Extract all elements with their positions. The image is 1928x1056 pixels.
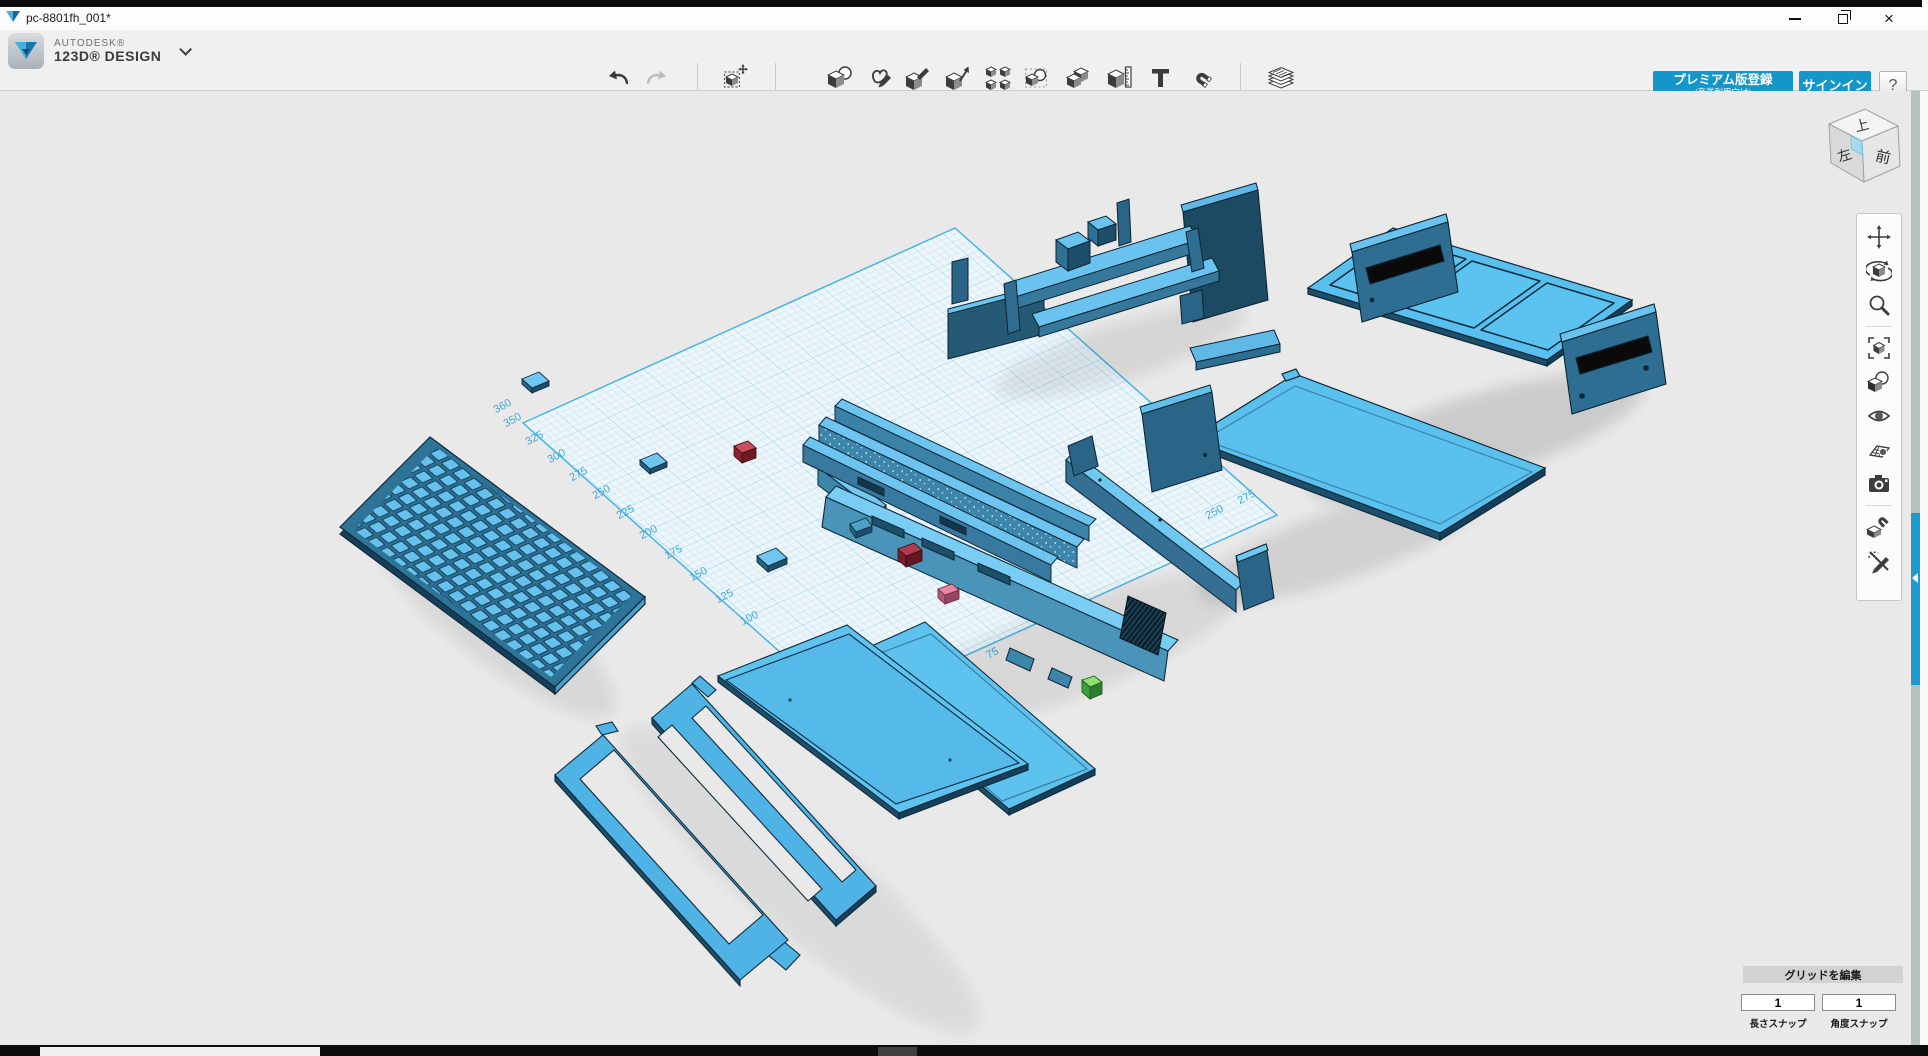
combine-tool-button[interactable] bbox=[1065, 64, 1092, 91]
minimize-button[interactable] bbox=[1772, 7, 1818, 30]
grid-settings-panel: グリッドを編集 長さスナップ 角度スナップ bbox=[1740, 966, 1906, 1030]
sketch-visibility-tool[interactable] bbox=[1864, 546, 1894, 576]
toolbar-separator bbox=[1866, 505, 1892, 506]
visibility-tool[interactable] bbox=[1864, 401, 1894, 431]
viewport-3d[interactable]: 360 350 325 300 275 250 225 200 175 150 … bbox=[0, 91, 1928, 1045]
model-scene[interactable]: 360 350 325 300 275 250 225 200 175 150 … bbox=[0, 91, 1928, 1045]
grid-visibility-tool[interactable] bbox=[1864, 435, 1894, 465]
restore-icon bbox=[1838, 14, 1848, 24]
pan-tool[interactable] bbox=[1864, 222, 1894, 252]
close-icon: × bbox=[1884, 10, 1894, 27]
construct-tool-button[interactable] bbox=[905, 64, 932, 91]
text-tool-button[interactable] bbox=[1147, 64, 1174, 91]
sketch-tool-button[interactable] bbox=[867, 64, 894, 91]
angle-snap-input[interactable] bbox=[1822, 994, 1896, 1011]
grouping-tool-button[interactable] bbox=[1024, 64, 1051, 91]
app-menu[interactable]: AUTODESK® 123D® DESIGN bbox=[8, 33, 188, 69]
zoom-tool[interactable] bbox=[1864, 290, 1894, 320]
angle-snap-label: 角度スナップ bbox=[1822, 1016, 1896, 1030]
fit-view-tool[interactable] bbox=[1864, 333, 1894, 363]
edit-grid-button[interactable]: グリッドを編集 bbox=[1743, 966, 1903, 983]
model-part-green-block[interactable] bbox=[1082, 676, 1102, 699]
orbit-tool[interactable] bbox=[1864, 256, 1894, 286]
measure-tool-button[interactable] bbox=[1107, 64, 1134, 91]
snap-toggle-tool[interactable] bbox=[1864, 512, 1894, 542]
taskbar-window-item[interactable] bbox=[40, 1047, 320, 1056]
window-top-edge bbox=[0, 0, 1922, 7]
document-title: pc-8801fh_001* bbox=[26, 11, 111, 25]
toolbar-separator bbox=[1240, 63, 1241, 92]
parts-panel-tab[interactable] bbox=[1911, 513, 1920, 685]
main-toolbar: AUTODESK® 123D® DESIGN bbox=[0, 30, 1928, 91]
chevron-down-icon[interactable] bbox=[180, 43, 193, 56]
brand-logo bbox=[8, 33, 44, 69]
close-button[interactable]: × bbox=[1866, 7, 1912, 30]
taskbar bbox=[0, 1045, 1928, 1056]
minimize-icon bbox=[1789, 18, 1801, 20]
navigation-toolbar bbox=[1856, 213, 1902, 601]
material-tool-button[interactable] bbox=[1268, 64, 1295, 91]
model-part-small-tile[interactable] bbox=[522, 372, 549, 393]
brand-triangle-icon bbox=[14, 40, 38, 62]
primitives-tool-button[interactable] bbox=[827, 64, 854, 91]
brand-product: 123D® DESIGN bbox=[54, 49, 161, 64]
snap-tool-button[interactable] bbox=[1187, 64, 1214, 91]
app-window: pc-8801fh_001* × AUTODESK® 123D® DESIGN bbox=[0, 0, 1928, 1056]
toolbar-separator bbox=[775, 63, 776, 92]
svg-text:360: 360 bbox=[492, 397, 514, 416]
undo-button[interactable] bbox=[605, 64, 632, 91]
brand-text: AUTODESK® 123D® DESIGN bbox=[54, 38, 161, 64]
redo-button[interactable] bbox=[643, 64, 670, 91]
view-cube[interactable]: 上 左 前 bbox=[1815, 97, 1911, 197]
transform-tool-button[interactable] bbox=[722, 64, 749, 91]
pattern-tool-button[interactable] bbox=[985, 64, 1012, 91]
toolbar-separator bbox=[697, 63, 698, 92]
screenshot-tool[interactable] bbox=[1864, 469, 1894, 499]
panel-expand-arrow-icon[interactable] bbox=[1912, 573, 1918, 583]
toolbar-separator bbox=[1866, 326, 1892, 327]
restore-button[interactable] bbox=[1820, 7, 1866, 30]
length-snap-input[interactable] bbox=[1741, 994, 1815, 1011]
titlebar: pc-8801fh_001* × bbox=[0, 0, 1928, 30]
modify-tool-button[interactable] bbox=[945, 64, 972, 91]
view-mode-tool[interactable] bbox=[1864, 367, 1894, 397]
length-snap-label: 長さスナップ bbox=[1741, 1016, 1815, 1030]
taskbar-item[interactable] bbox=[878, 1047, 917, 1056]
premium-button-label: プレミアム版登録 bbox=[1653, 71, 1793, 88]
window-right-gutter bbox=[1920, 91, 1928, 1045]
app-logo-icon bbox=[6, 11, 20, 23]
svg-text:350: 350 bbox=[502, 411, 524, 430]
